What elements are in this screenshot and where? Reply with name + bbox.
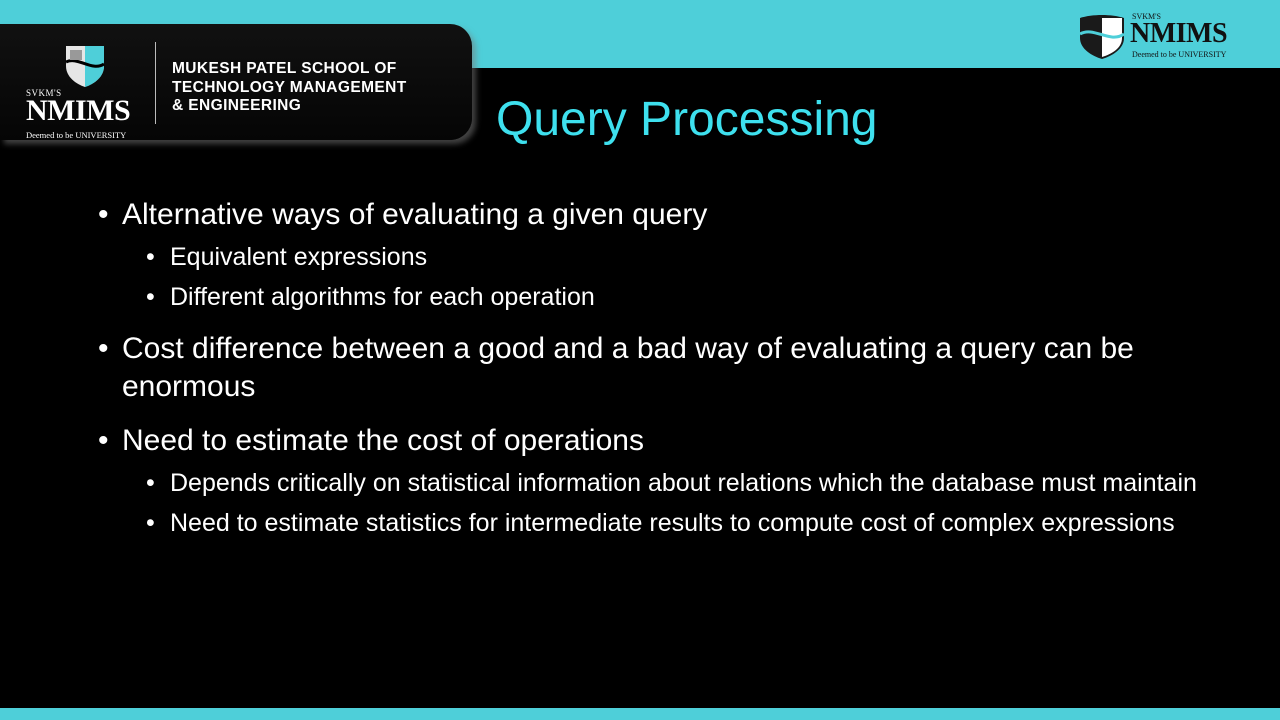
nmims-logo-right: SVKM'S NMIMS Deemed to be UNIVERSITY: [1076, 12, 1246, 62]
sub-bullet-text: Need to estimate statistics for intermed…: [170, 509, 1175, 537]
school-name: MUKESH PATEL SCHOOL OF TECHNOLOGY MANAGE…: [172, 60, 407, 116]
sub-bullet-item: • Need to estimate statistics for interm…: [146, 506, 1198, 540]
logo-tagline: Deemed to be UNIVERSITY: [26, 130, 127, 140]
bullet-icon: •: [98, 332, 109, 365]
bullet-icon: •: [146, 509, 155, 537]
bullet-item: • Cost difference between a good and a b…: [98, 330, 1198, 406]
slide-body: • Alternative ways of evaluating a given…: [98, 196, 1198, 546]
sub-bullet-text: Equivalent expressions: [170, 243, 428, 271]
sub-bullet-item: • Depends critically on statistical info…: [146, 466, 1198, 500]
sub-bullet-text: Depends critically on statistical inform…: [170, 469, 1197, 497]
header-divider: [155, 42, 156, 124]
bullet-item: • Alternative ways of evaluating a given…: [98, 196, 1198, 234]
school-name-line: TECHNOLOGY MANAGEMENT: [172, 78, 407, 96]
school-name-line: MUKESH PATEL SCHOOL OF: [172, 60, 397, 77]
bullet-text: Alternative ways of evaluating a given q…: [122, 198, 708, 231]
bullet-icon: •: [146, 283, 155, 311]
logo-wordmark: NMIMS: [26, 94, 131, 127]
bullet-item: • Need to estimate the cost of operation…: [98, 422, 1198, 460]
bullet-icon: •: [146, 243, 155, 271]
school-name-line: & ENGINEERING: [172, 97, 302, 114]
school-header-panel: SVKM'S NMIMS Deemed to be UNIVERSITY MUK…: [0, 24, 472, 140]
shield-icon: [1079, 15, 1125, 59]
bullet-icon: •: [98, 424, 109, 457]
sub-bullet-item: • Equivalent expressions: [146, 240, 1198, 274]
logo-wordmark: NMIMS: [1130, 18, 1228, 49]
bullet-text: Need to estimate the cost of operations: [122, 424, 644, 457]
logo-tagline: Deemed to be UNIVERSITY: [1132, 50, 1227, 59]
bottom-accent-band: [0, 708, 1280, 720]
bullet-text: Cost difference between a good and a bad…: [122, 332, 1134, 403]
bullet-icon: •: [146, 469, 155, 497]
bullet-icon: •: [98, 198, 109, 231]
slide-title: Query Processing: [496, 93, 878, 146]
shield-icon: [65, 46, 105, 87]
sub-bullet-item: • Different algorithms for each operatio…: [146, 280, 1198, 314]
nmims-logo-left: SVKM'S NMIMS Deemed to be UNIVERSITY: [22, 40, 144, 140]
sub-bullet-text: Different algorithms for each operation: [170, 283, 595, 311]
